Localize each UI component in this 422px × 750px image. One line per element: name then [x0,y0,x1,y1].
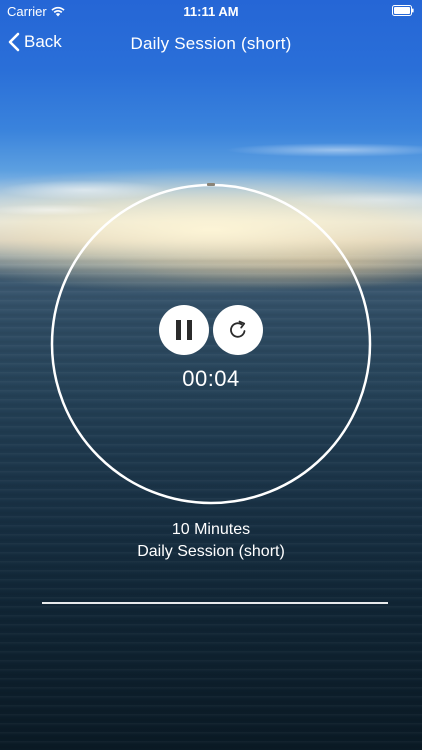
status-time: 11:11 AM [183,4,239,19]
page-title: Daily Session (short) [130,34,292,53]
session-duration: 10 Minutes [171,521,251,538]
restart-button[interactable] [213,305,263,355]
pause-icon [176,320,192,340]
meditation-player-screen: Carrier 11:11 AM Back Daily Session (sho… [0,0,422,750]
playback-controls [0,305,422,355]
pause-button[interactable] [159,305,209,355]
battery-icon [392,5,414,16]
restart-icon [230,320,246,338]
session-name: Daily Session (short) [137,543,285,560]
status-bar: Carrier 11:11 AM [0,0,422,22]
divider [42,602,388,604]
elapsed-time: 00:04 [182,366,240,391]
session-info: 10 Minutes Daily Session (short) [0,519,422,563]
navigation-bar: Back Daily Session (short) [0,22,422,66]
progress-marker [207,183,215,186]
